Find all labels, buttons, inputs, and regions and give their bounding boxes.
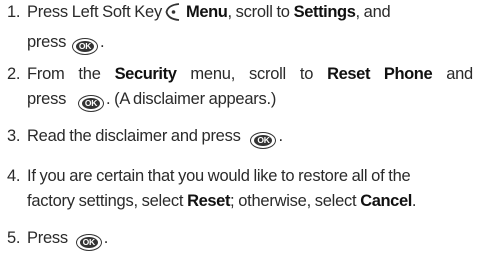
step-text: Read the disclaimer and press	[27, 127, 241, 145]
step-2-line-2: press OK . (A disclaimer appears.)	[7, 87, 475, 112]
step-5-line-1: 5. Press OK.	[7, 226, 475, 251]
step-2: 2. From the Security menu, scroll to Rese…	[7, 62, 475, 112]
step-text: , and	[355, 3, 391, 21]
ok-key-icon: OK	[77, 95, 104, 112]
step-number: 4.	[7, 167, 21, 185]
ok-key-icon: OK	[250, 132, 277, 149]
menu-label: Menu	[185, 3, 228, 21]
ok-key-label: OK	[82, 237, 96, 247]
step-text: and	[446, 65, 473, 83]
reset-option-label: Reset	[187, 192, 231, 210]
left-soft-key-icon	[164, 2, 182, 30]
security-label: Security	[114, 65, 177, 83]
ok-key-label: OK	[257, 135, 270, 145]
step-text: .	[99, 33, 105, 51]
step-1-line-2: press OK.	[7, 30, 475, 55]
ok-key-label: OK	[84, 98, 98, 108]
step-number: 3.	[7, 127, 21, 145]
step-text: Press	[27, 229, 68, 247]
step-text: Press Left Soft Key	[27, 3, 162, 21]
step-3-line-1: 3. Read the disclaimer and press OK.	[7, 124, 475, 149]
step-text: press	[27, 90, 67, 108]
step-5: 5. Press OK.	[7, 226, 475, 251]
step-text: If you are certain that you would like t…	[27, 167, 411, 185]
step-3: 3. Read the disclaimer and press OK.	[7, 124, 475, 149]
step-text: factory settings, select	[27, 192, 184, 210]
step-text: .	[411, 192, 417, 210]
step-number: 2.	[7, 65, 21, 83]
step-text: menu, scroll to	[190, 65, 314, 83]
cancel-option-label: Cancel	[360, 192, 412, 210]
step-text: press	[27, 33, 67, 51]
step-4: 4. If you are certain that you would like…	[7, 164, 475, 214]
step-text: .	[103, 229, 109, 247]
step-1: 1. Press Left Soft Key Menu, scroll to Set…	[7, 0, 475, 55]
step-1-line-1: 1. Press Left Soft Key Menu, scroll to Set…	[7, 0, 475, 30]
step-text: , scroll to	[227, 3, 290, 21]
step-4-line-1: 4. If you are certain that you would like…	[7, 164, 475, 189]
step-number: 5.	[7, 229, 21, 247]
step-text: From the	[27, 65, 101, 83]
step-4-line-2: factory settings, select Reset; otherwis…	[7, 189, 475, 214]
ok-key-label: OK	[78, 41, 92, 51]
settings-label: Settings	[293, 3, 356, 21]
ok-key-icon: OK	[75, 234, 102, 251]
step-2-line-1: 2. From the Security menu, scroll to Rese…	[7, 62, 473, 87]
step-number: 1.	[7, 3, 21, 21]
step-text: . (A disclaimer appears.)	[105, 90, 277, 108]
ok-key-icon: OK	[71, 38, 98, 55]
step-text: .	[278, 127, 283, 145]
step-text: ; otherwise, select	[230, 192, 357, 210]
reset-phone-label: Reset Phone	[327, 65, 433, 83]
